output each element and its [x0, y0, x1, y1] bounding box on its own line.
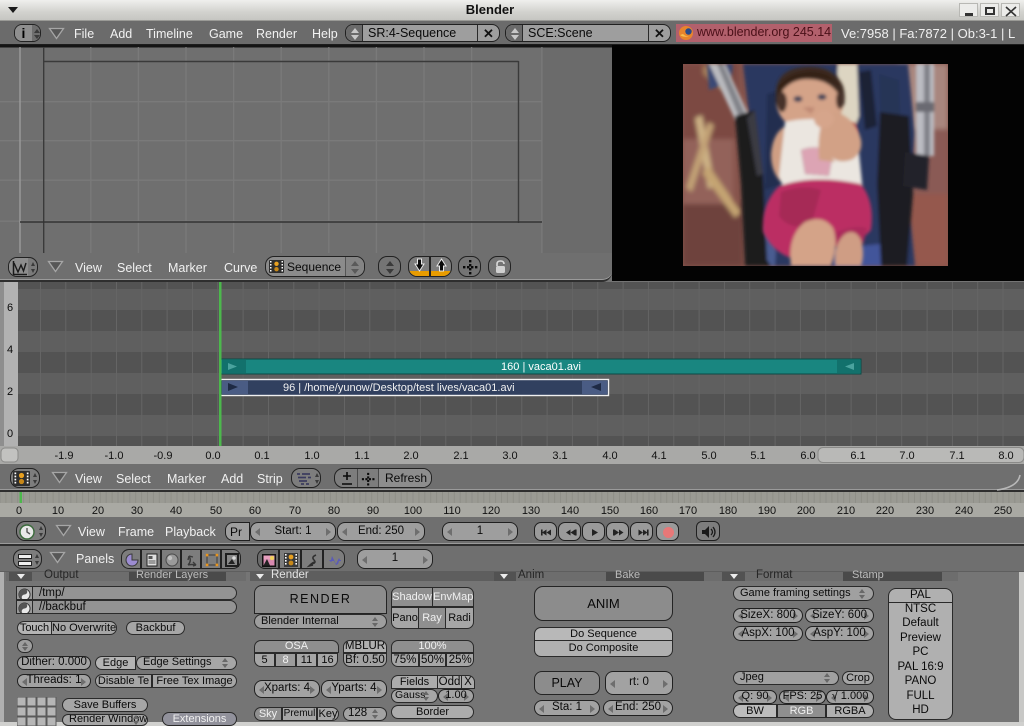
svg-text:2: 2: [7, 386, 13, 398]
svg-text:0: 0: [7, 428, 13, 440]
svg-text:8.0: 8.0: [998, 450, 1013, 462]
svg-text:70: 70: [289, 505, 301, 517]
svg-text:50: 50: [210, 505, 222, 517]
svg-text:0.1: 0.1: [254, 450, 269, 462]
svg-text:10: 10: [52, 505, 64, 517]
svg-text:20: 20: [92, 505, 104, 517]
svg-text:2.0: 2.0: [403, 450, 418, 462]
svg-text:6.0: 6.0: [800, 450, 815, 462]
svg-text:220: 220: [876, 505, 894, 517]
svg-text:170: 170: [679, 505, 697, 517]
svg-text:4: 4: [7, 344, 13, 356]
svg-text:-0.9: -0.9: [154, 450, 173, 462]
svg-text:5.0: 5.0: [701, 450, 716, 462]
svg-text:200: 200: [797, 505, 815, 517]
svg-text:7.1: 7.1: [949, 450, 964, 462]
svg-text:150: 150: [601, 505, 619, 517]
svg-text:-1.0: -1.0: [105, 450, 124, 462]
svg-text:7.0: 7.0: [899, 450, 914, 462]
svg-text:80: 80: [328, 505, 340, 517]
svg-text:0: 0: [16, 505, 22, 517]
svg-text:6: 6: [7, 302, 13, 314]
svg-text:3.0: 3.0: [502, 450, 517, 462]
svg-text:6.1: 6.1: [850, 450, 865, 462]
svg-text:96 | /home/yunow/Desktop/test: 96 | /home/yunow/Desktop/test lives/vaca…: [283, 382, 515, 394]
svg-text:250: 250: [994, 505, 1012, 517]
svg-text:4.1: 4.1: [651, 450, 666, 462]
svg-text:4.0: 4.0: [602, 450, 617, 462]
svg-text:180: 180: [719, 505, 737, 517]
svg-text:1.1: 1.1: [354, 450, 369, 462]
svg-text:120: 120: [482, 505, 500, 517]
svg-text:100: 100: [404, 505, 422, 517]
svg-text:3.1: 3.1: [552, 450, 567, 462]
svg-text:90: 90: [367, 505, 379, 517]
svg-text:210: 210: [837, 505, 855, 517]
svg-text:30: 30: [131, 505, 143, 517]
svg-text:0.0: 0.0: [205, 450, 220, 462]
svg-text:1.0: 1.0: [304, 450, 319, 462]
svg-text:60: 60: [249, 505, 261, 517]
svg-text:230: 230: [916, 505, 934, 517]
svg-text:130: 130: [522, 505, 540, 517]
svg-text:240: 240: [955, 505, 973, 517]
svg-text:160: 160: [640, 505, 658, 517]
svg-text:190: 190: [758, 505, 776, 517]
svg-text:-1.9: -1.9: [55, 450, 74, 462]
svg-text:160 | vaca01.avi: 160 | vaca01.avi: [501, 361, 581, 373]
svg-text:5.1: 5.1: [750, 450, 765, 462]
svg-text:2.1: 2.1: [453, 450, 468, 462]
svg-text:140: 140: [561, 505, 579, 517]
svg-text:110: 110: [443, 505, 461, 517]
svg-text:40: 40: [170, 505, 182, 517]
